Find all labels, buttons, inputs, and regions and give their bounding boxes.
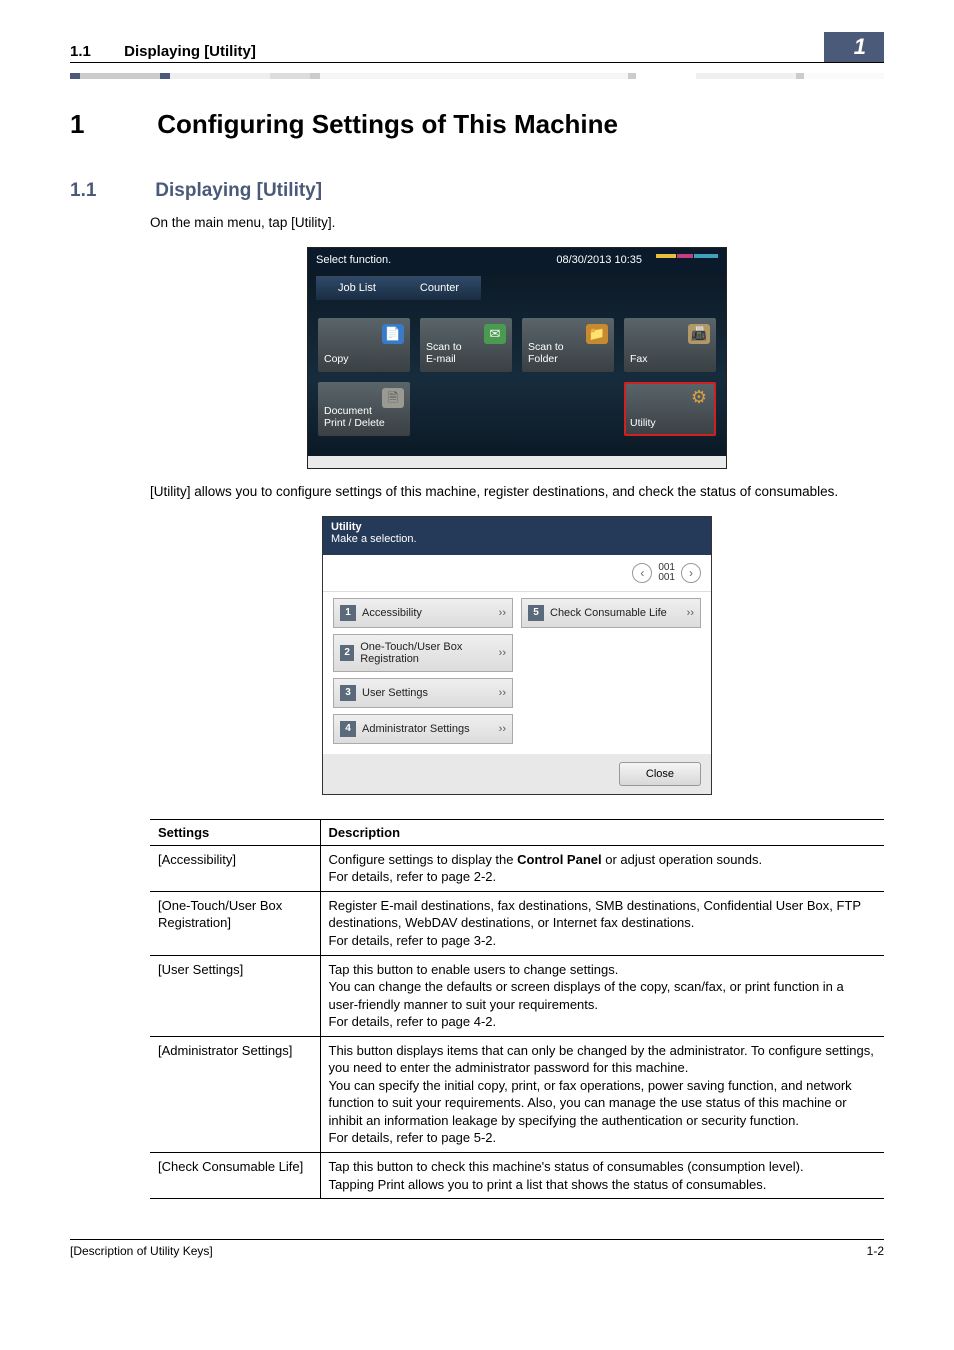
tile-scan-to-folder[interactable]: Scan to Folder 📁 (522, 318, 614, 372)
chevron-right-icon: ›› (499, 687, 506, 699)
menu-item-number: 4 (340, 721, 356, 737)
close-button[interactable]: Close (619, 762, 701, 786)
tile-label: Scan to Folder (528, 341, 564, 366)
gear-icon: ⚙ (688, 388, 710, 408)
page-indicator: 001 001 (658, 563, 675, 583)
section-heading: 1.1 Displaying [Utility] (70, 180, 884, 202)
running-header: 1.1 Displaying [Utility] 1 (70, 30, 884, 63)
chapter-number: 1 (70, 109, 150, 140)
menu-item-label: One-Touch/User Box Registration (360, 641, 506, 665)
folder-icon: 📁 (586, 324, 608, 344)
fax-icon: 📠 (688, 324, 710, 344)
document-icon: 🗎 (382, 388, 404, 408)
table-row: [Administrator Settings]This button disp… (150, 1036, 884, 1152)
menu-item-label: Check Consumable Life (550, 607, 667, 619)
section-title: Displaying [Utility] (155, 180, 322, 201)
setting-name: [Administrator Settings] (150, 1036, 320, 1152)
tile-label: Document Print / Delete (324, 405, 385, 430)
setting-name: [Accessibility] (150, 845, 320, 891)
tile-label: Scan to E-mail (426, 341, 462, 366)
chevron-right-icon: ›› (499, 607, 506, 619)
table-head-description: Description (320, 819, 884, 845)
toner-bars-icon (656, 254, 718, 258)
tile-label: Fax (630, 353, 648, 366)
setting-name: [One-Touch/User Box Registration] (150, 891, 320, 955)
chevron-right-icon: ›› (499, 647, 506, 659)
chapter-heading: 1 Configuring Settings of This Machine (70, 109, 884, 140)
setting-name: [User Settings] (150, 955, 320, 1036)
chevron-right-icon: ›› (499, 723, 506, 735)
menu-item-number: 2 (340, 645, 354, 661)
copy-icon: 📄 (382, 324, 404, 344)
setting-description: Register E-mail destinations, fax destin… (320, 891, 884, 955)
utility-subtitle: Make a selection. (331, 533, 703, 545)
tile-label: Utility (630, 417, 656, 430)
utility-title: Utility (331, 521, 703, 533)
menu-item-label: Administrator Settings (362, 723, 470, 735)
menu-item-one-touch-user-box-registration[interactable]: 2 One-Touch/User Box Registration›› (333, 634, 513, 672)
header-section-title: Displaying [Utility] (124, 43, 256, 60)
table-row: [Check Consumable Life]Tap this button t… (150, 1152, 884, 1198)
footer-left: [Description of Utility Keys] (70, 1244, 213, 1258)
page-next-button[interactable]: › (681, 563, 701, 583)
menu-item-number: 1 (340, 605, 356, 621)
tile-scan-to-e-mail[interactable]: Scan to E-mail ✉ (420, 318, 512, 372)
menu-item-number: 3 (340, 685, 356, 701)
header-left: 1.1 Displaying [Utility] (70, 43, 256, 60)
footer-right: 1-2 (867, 1244, 884, 1258)
menu-item-check-consumable-life[interactable]: 5 Check Consumable Life ›› (521, 598, 701, 628)
menu-item-accessibility[interactable]: 1 Accessibility ›› (333, 598, 513, 628)
tile-utility[interactable]: Utility ⚙ (624, 382, 716, 436)
intro-paragraph: On the main menu, tap [Utility]. (150, 214, 884, 233)
chevron-right-icon: ›› (687, 607, 694, 619)
page-prev-button[interactable]: ‹ (632, 563, 652, 583)
menu-item-label: Accessibility (362, 607, 422, 619)
table-row: [Accessibility]Configure settings to dis… (150, 845, 884, 891)
tab-counter[interactable]: Counter (398, 276, 481, 300)
tile-document-print-delete[interactable]: Document Print / Delete🗎 (318, 382, 410, 436)
tile-label: Copy (324, 353, 349, 366)
section-number: 1.1 (70, 180, 150, 202)
setting-description: Tap this button to check this machine's … (320, 1152, 884, 1198)
screenshot-utility-menu: Utility Make a selection. ‹ 001 001 › 1A… (322, 516, 712, 795)
screenshot-main-menu: Select function. 08/30/2013 10:35 Job Li… (307, 247, 727, 469)
chapter-title: Configuring Settings of This Machine (157, 109, 618, 139)
setting-description: This button displays items that can only… (320, 1036, 884, 1152)
tab-job-list[interactable]: Job List (316, 276, 398, 300)
email-icon: ✉ (484, 324, 506, 344)
mid-paragraph: [Utility] allows you to configure settin… (150, 483, 884, 502)
select-function-prompt: Select function. (316, 254, 391, 266)
table-head-settings: Settings (150, 819, 320, 845)
menu-item-label: User Settings (362, 687, 428, 699)
datetime-label: 08/30/2013 10:35 (556, 254, 642, 266)
menu-item-user-settings[interactable]: 3 User Settings ›› (333, 678, 513, 708)
menu-item-administrator-settings[interactable]: 4 Administrator Settings ›› (333, 714, 513, 744)
setting-name: [Check Consumable Life] (150, 1152, 320, 1198)
table-row: [User Settings]Tap this button to enable… (150, 955, 884, 1036)
header-section-no: 1.1 (70, 43, 120, 60)
table-row: [One-Touch/User Box Registration]Registe… (150, 891, 884, 955)
page-footer: [Description of Utility Keys] 1-2 (70, 1239, 884, 1258)
menu-item-number: 5 (528, 605, 544, 621)
setting-description: Tap this button to enable users to chang… (320, 955, 884, 1036)
decorative-strip (70, 73, 884, 79)
settings-table: Settings Description [Accessibility]Conf… (150, 819, 884, 1199)
setting-description: Configure settings to display the Contro… (320, 845, 884, 891)
tile-copy[interactable]: Copy 📄 (318, 318, 410, 372)
tile-fax[interactable]: Fax 📠 (624, 318, 716, 372)
chapter-badge: 1 (824, 32, 884, 62)
